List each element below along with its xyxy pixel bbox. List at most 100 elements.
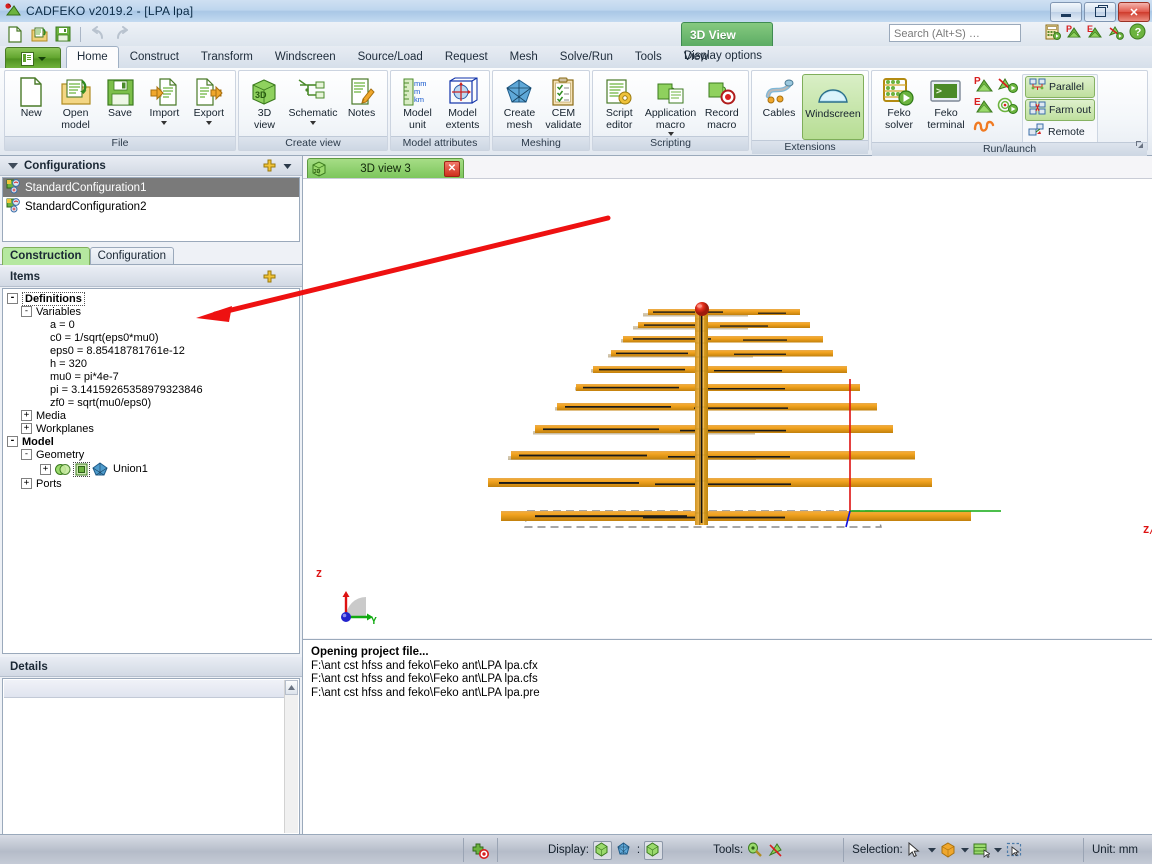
prefeko-icon[interactable]: P bbox=[1066, 24, 1082, 43]
feko-terminal-button[interactable]: > Feko terminal bbox=[922, 74, 970, 131]
windscreen-button[interactable]: Windscreen bbox=[802, 74, 864, 140]
editfeko-icon[interactable]: E bbox=[1087, 24, 1103, 43]
display-result-icon[interactable] bbox=[644, 840, 664, 860]
tree-node-geometry[interactable]: - Geometry bbox=[7, 448, 299, 461]
tab-mesh[interactable]: Mesh bbox=[499, 46, 549, 68]
scroll-up-icon[interactable] bbox=[285, 680, 298, 695]
tab-home[interactable]: Home bbox=[66, 46, 119, 69]
open-model-button[interactable]: Open model bbox=[53, 74, 97, 131]
undo-icon[interactable] bbox=[88, 24, 108, 44]
create-mesh-button[interactable]: Create mesh bbox=[497, 74, 542, 131]
configuration-item-standardconfiguration2[interactable]: StandardConfiguration2 bbox=[3, 197, 299, 216]
farm-out-toggle[interactable]: Farm out bbox=[1025, 99, 1096, 121]
cem-validate-button[interactable]: CEM validate bbox=[542, 74, 585, 131]
optfeko-icon[interactable] bbox=[973, 119, 995, 136]
expander-icon[interactable]: - bbox=[7, 293, 18, 304]
chevron-down-icon[interactable] bbox=[205, 120, 212, 125]
cables-button[interactable]: Cables bbox=[756, 74, 802, 120]
edit-feko-icon[interactable] bbox=[997, 75, 1019, 97]
remote-toggle[interactable]: Remote bbox=[1025, 122, 1095, 142]
help-icon[interactable]: ? bbox=[1129, 23, 1146, 43]
new-button[interactable]: New bbox=[9, 74, 53, 120]
application-macro-button[interactable]: Application macro bbox=[641, 74, 699, 136]
display-geometry-icon[interactable] bbox=[592, 840, 612, 860]
items-tree[interactable]: - Definitions - Variables a = 0 c0 = 1/s… bbox=[2, 288, 300, 654]
postfeko-icon[interactable]: E bbox=[974, 96, 994, 118]
tree-node-model[interactable]: - Model bbox=[7, 435, 299, 448]
tab-configuration[interactable]: Configuration bbox=[89, 247, 174, 264]
tab-source-load[interactable]: Source/Load bbox=[347, 46, 434, 68]
view-tab-3d-view-3[interactable]: 3D 3D view 3 ✕ bbox=[307, 158, 464, 179]
expander-icon[interactable]: - bbox=[21, 306, 32, 317]
tree-node-variable-eps0[interactable]: eps0 = 8.85418781761e-12 bbox=[7, 344, 299, 357]
chevron-down-icon[interactable] bbox=[161, 120, 168, 125]
close-button[interactable]: ✕ bbox=[1118, 2, 1150, 22]
3d-view-button[interactable]: 3D 3D view bbox=[243, 74, 286, 131]
close-view-button[interactable]: ✕ bbox=[444, 160, 460, 177]
configurations-list[interactable]: StandardConfiguration1 StandardConfigura… bbox=[2, 177, 300, 242]
pointer-dropdown-icon[interactable] bbox=[927, 844, 936, 856]
export-button[interactable]: Export bbox=[187, 74, 231, 125]
expander-icon[interactable]: + bbox=[21, 423, 32, 434]
tree-node-ports[interactable]: + Ports bbox=[7, 477, 299, 490]
application-menu-button[interactable] bbox=[5, 47, 61, 70]
search-input[interactable]: Search (Alt+S) … bbox=[889, 24, 1021, 42]
add-item-button[interactable] bbox=[263, 270, 276, 283]
context-tab-3d-view[interactable]: 3D View bbox=[681, 22, 773, 47]
expander-icon[interactable]: + bbox=[21, 410, 32, 421]
edge-select-icon[interactable] bbox=[973, 842, 991, 859]
expander-icon[interactable]: + bbox=[40, 463, 51, 475]
tree-node-variable-c0[interactable]: c0 = 1/sqrt(eps0*mu0) bbox=[7, 331, 299, 344]
solution-settings-icon[interactable] bbox=[472, 842, 489, 859]
box-select-icon[interactable] bbox=[1006, 842, 1023, 859]
record-macro-button[interactable]: Record macro bbox=[700, 74, 744, 131]
script-editor-button[interactable]: Script editor bbox=[597, 74, 641, 131]
details-panel[interactable] bbox=[2, 678, 300, 835]
run-launch-dialog-launcher[interactable] bbox=[1135, 140, 1144, 149]
model-unit-button[interactable]: mm m km Model unit bbox=[395, 74, 440, 131]
pointer-select-icon[interactable] bbox=[907, 841, 924, 859]
calculator-icon[interactable] bbox=[1045, 24, 1061, 43]
tab-request[interactable]: Request bbox=[434, 46, 499, 68]
ruler-tool-icon[interactable] bbox=[768, 842, 785, 859]
tab-construct[interactable]: Construct bbox=[119, 46, 190, 68]
tree-node-variable-pi[interactable]: pi = 3.14159265358979323846 bbox=[7, 383, 299, 396]
collapse-triangle-icon[interactable] bbox=[8, 162, 18, 169]
expander-icon[interactable]: - bbox=[21, 449, 32, 460]
preprocessor-icon[interactable]: P bbox=[974, 75, 994, 97]
message-log-panel[interactable]: Opening project file... F:\ant cst hfss … bbox=[303, 639, 1152, 835]
tab-construction[interactable]: Construction bbox=[2, 247, 90, 265]
tree-node-variable-a[interactable]: a = 0 bbox=[7, 318, 299, 331]
tree-node-variable-h[interactable]: h = 320 bbox=[7, 357, 299, 370]
notes-button[interactable]: Notes bbox=[340, 74, 383, 120]
add-configuration-dropdown[interactable] bbox=[283, 161, 292, 169]
tree-node-variables[interactable]: - Variables bbox=[7, 305, 299, 318]
feko-solver-button[interactable]: Feko solver bbox=[876, 74, 922, 131]
measure-tool-icon[interactable] bbox=[747, 842, 764, 859]
restore-button[interactable] bbox=[1084, 2, 1116, 22]
save-button[interactable]: Save bbox=[98, 74, 142, 120]
open-file-icon[interactable] bbox=[29, 24, 49, 44]
face-dropdown-icon[interactable] bbox=[960, 844, 969, 856]
tree-node-variable-zf0[interactable]: zf0 = sqrt(mu0/eps0) bbox=[7, 396, 299, 409]
tree-node-workplanes[interactable]: + Workplanes bbox=[7, 422, 299, 435]
add-configuration-button[interactable] bbox=[263, 159, 276, 172]
new-file-icon[interactable] bbox=[5, 24, 25, 44]
details-scrollbar[interactable] bbox=[284, 680, 298, 833]
tab-windscreen[interactable]: Windscreen bbox=[264, 46, 347, 68]
tree-node-definitions[interactable]: - Definitions bbox=[7, 291, 299, 306]
save-file-icon[interactable] bbox=[53, 24, 73, 44]
postfeko-icon[interactable] bbox=[1108, 24, 1124, 43]
orientation-triad[interactable] bbox=[328, 579, 398, 638]
minimize-button[interactable] bbox=[1050, 2, 1082, 22]
expander-icon[interactable]: - bbox=[7, 436, 18, 447]
3d-viewport[interactable]: Z/N Y/V X/U Z Y bbox=[303, 178, 1152, 638]
tab-tools[interactable]: Tools bbox=[624, 46, 673, 68]
tab-display-options[interactable]: Display options bbox=[684, 50, 762, 62]
model-extents-button[interactable]: Model extents bbox=[440, 74, 485, 131]
tab-solve-run[interactable]: Solve/Run bbox=[549, 46, 624, 68]
tree-node-media[interactable]: + Media bbox=[7, 409, 299, 422]
parallel-toggle[interactable]: Parallel bbox=[1025, 76, 1096, 98]
tree-node-union1[interactable]: + Union1 bbox=[7, 461, 299, 477]
tree-node-variable-mu0[interactable]: mu0 = pi*4e-7 bbox=[7, 370, 299, 383]
